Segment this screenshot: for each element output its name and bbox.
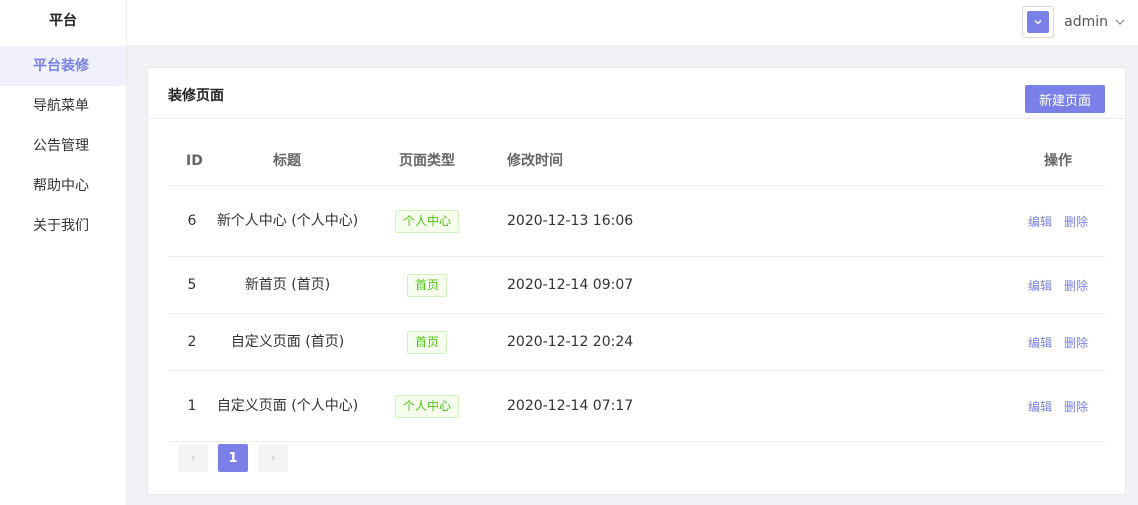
col-time: 修改时间	[507, 153, 563, 169]
edit-link[interactable]: 编辑	[1028, 213, 1052, 230]
table-row: 1 自定义页面 (个人中心) 个人中心 2020-12-14 07:17 编辑 …	[168, 371, 1105, 442]
sidebar: 平台 平台装修 导航菜单 公告管理 帮助中心 关于我们	[0, 0, 127, 505]
table-row: 5 新首页 (首页) 首页 2020-12-14 09:07 编辑 删除	[168, 257, 1105, 314]
sidebar-title: 平台	[49, 13, 77, 29]
cell-ops: 编辑 删除	[1028, 314, 1105, 370]
cell-id: 5	[187, 277, 197, 293]
cell-title: 自定义页面 (首页)	[230, 334, 345, 350]
edit-link[interactable]: 编辑	[1028, 277, 1052, 294]
cell-title: 自定义页面 (个人中心)	[216, 398, 359, 414]
sidebar-item-about-us[interactable]: 关于我们	[0, 206, 126, 246]
delete-link[interactable]: 删除	[1064, 277, 1088, 294]
page-type-tag: 个人中心	[394, 394, 459, 418]
chevron-down-icon[interactable]	[1114, 16, 1126, 28]
cell-type: 首页	[359, 314, 495, 370]
page-type-tag: 首页	[406, 330, 447, 354]
avatar[interactable]	[1022, 6, 1055, 38]
cell-ops: 编辑 删除	[1028, 371, 1105, 441]
cell-type: 个人中心	[359, 371, 495, 441]
cell-title: 新首页 (首页)	[244, 277, 331, 293]
new-page-button[interactable]: 新建页面	[1025, 85, 1105, 113]
sidebar-item-platform-decoration[interactable]: 平台装修	[0, 46, 126, 86]
card-header: 装修页面 新建页面	[148, 68, 1125, 119]
col-ops: 操作	[1044, 153, 1072, 169]
page-list-card: 装修页面 新建页面 ID 标题 页面类型 修改时间 操作 6 新个人中心 (个人…	[147, 67, 1126, 495]
avatar-chevron-icon	[1027, 11, 1050, 33]
cell-id: 2	[187, 334, 197, 350]
edit-link[interactable]: 编辑	[1028, 398, 1052, 415]
col-type: 页面类型	[399, 153, 455, 169]
cell-id: 6	[187, 213, 197, 229]
user-menu[interactable]: admin	[1022, 6, 1126, 38]
cell-time: 2020-12-14 07:17	[507, 398, 634, 414]
edit-link[interactable]: 编辑	[1028, 334, 1052, 351]
sidebar-item-help-center[interactable]: 帮助中心	[0, 166, 126, 206]
pages-table: ID 标题 页面类型 修改时间 操作 6 新个人中心 (个人中心) 个人中心 2…	[168, 141, 1105, 442]
table-header: ID 标题 页面类型 修改时间 操作	[168, 141, 1105, 186]
table-row: 6 新个人中心 (个人中心) 个人中心 2020-12-13 16:06 编辑 …	[168, 186, 1105, 257]
cell-title: 新个人中心 (个人中心)	[216, 213, 359, 229]
prev-page-button[interactable]: ‹	[178, 444, 208, 472]
next-page-button[interactable]: ›	[258, 444, 288, 472]
delete-link[interactable]: 删除	[1064, 398, 1088, 415]
cell-time: 2020-12-12 20:24	[507, 334, 634, 350]
username[interactable]: admin	[1064, 14, 1108, 30]
cell-time: 2020-12-14 09:07	[507, 277, 634, 293]
sidebar-item-nav-menu[interactable]: 导航菜单	[0, 86, 126, 126]
cell-ops: 编辑 删除	[1028, 186, 1105, 256]
page-type-tag: 首页	[406, 273, 447, 297]
table-row: 2 自定义页面 (首页) 首页 2020-12-12 20:24 编辑 删除	[168, 314, 1105, 371]
top-header: admin	[127, 0, 1138, 46]
page-type-tag: 个人中心	[394, 209, 459, 233]
cell-type: 首页	[359, 257, 495, 313]
card-title: 装修页面	[168, 88, 224, 104]
col-id: ID	[186, 153, 203, 169]
pagination: ‹ 1 ›	[178, 444, 288, 472]
page-number-current[interactable]: 1	[218, 444, 248, 472]
sidebar-item-announcements[interactable]: 公告管理	[0, 126, 126, 166]
col-title: 标题	[273, 153, 301, 169]
cell-id: 1	[187, 398, 197, 414]
delete-link[interactable]: 删除	[1064, 334, 1088, 351]
cell-ops: 编辑 删除	[1028, 257, 1105, 313]
cell-time: 2020-12-13 16:06	[507, 213, 634, 229]
cell-type: 个人中心	[359, 186, 495, 256]
delete-link[interactable]: 删除	[1064, 213, 1088, 230]
